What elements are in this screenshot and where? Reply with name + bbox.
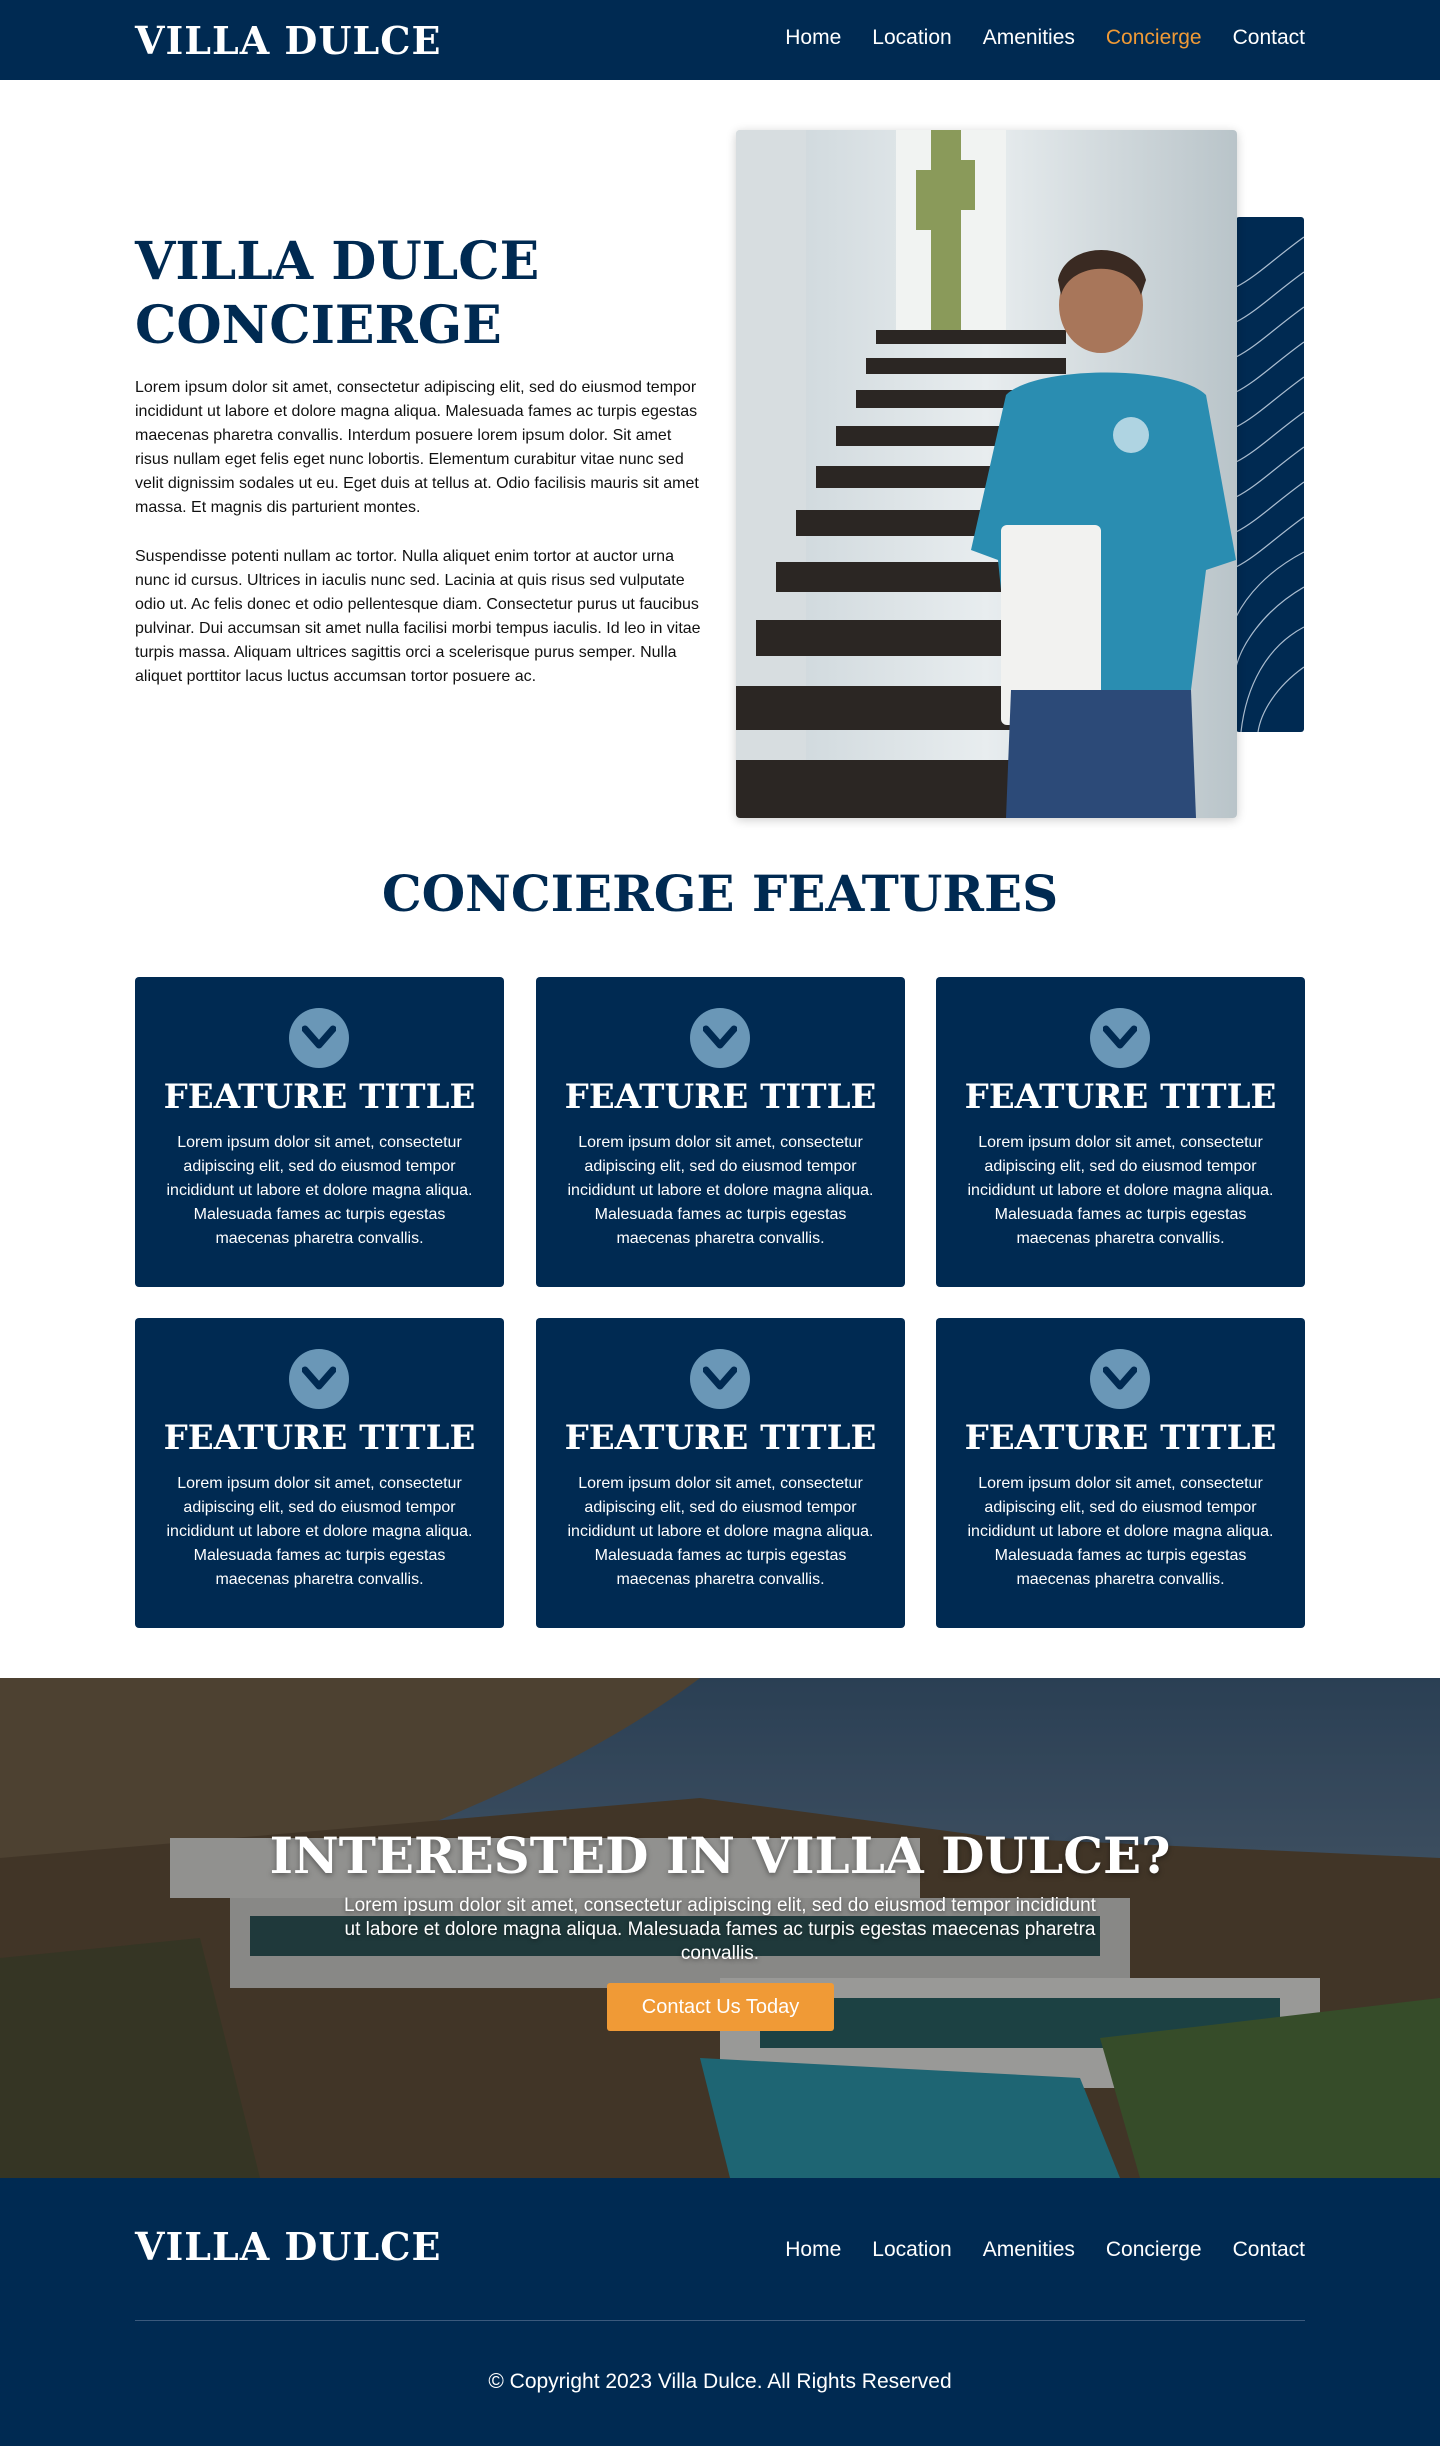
chevron-down-circle-icon bbox=[289, 1349, 349, 1409]
intro-paragraph-2: Suspendisse potenti nullam ac tortor. Nu… bbox=[135, 548, 701, 685]
features-title: CONCIERGE FEATURES bbox=[381, 864, 1059, 923]
feature-text: Lorem ipsum dolor sit amet, consectetur … bbox=[567, 1475, 874, 1588]
site-header: VILLA DULCE Home Location Amenities Conc… bbox=[0, 0, 1440, 80]
wave-lines-icon bbox=[1236, 236, 1304, 732]
intro-paragraph-1: Lorem ipsum dolor sit amet, consectetur … bbox=[135, 379, 699, 516]
cta-title: INTERESTED IN VILLA DULCE? bbox=[269, 1826, 1171, 1885]
feature-text: Lorem ipsum dolor sit amet, consectetur … bbox=[166, 1134, 473, 1247]
site-logo[interactable]: VILLA DULCE bbox=[135, 18, 441, 63]
footer-nav: Home Location Amenities Concierge Contac… bbox=[785, 2238, 1305, 2262]
nav-contact[interactable]: Contact bbox=[1233, 26, 1305, 50]
feature-card: FEATURE TITLE Lorem ipsum dolor sit amet… bbox=[536, 977, 905, 1287]
site-footer: VILLA DULCE Home Location Amenities Conc… bbox=[0, 2178, 1440, 2446]
feature-title: FEATURE TITLE bbox=[964, 1418, 1277, 1458]
feature-card: FEATURE TITLE Lorem ipsum dolor sit amet… bbox=[135, 1318, 504, 1628]
page-title: VILLA DULCE CONCIERGE bbox=[135, 231, 540, 356]
concierge-staff-photo bbox=[736, 130, 1237, 818]
footer-nav-amenities[interactable]: Amenities bbox=[983, 2238, 1075, 2262]
main-nav: Home Location Amenities Concierge Contac… bbox=[785, 26, 1305, 50]
decorative-wave-panel bbox=[1236, 217, 1304, 732]
chevron-down-circle-icon bbox=[1090, 1008, 1150, 1068]
feature-text: Lorem ipsum dolor sit amet, consectetur … bbox=[166, 1475, 473, 1588]
feature-text: Lorem ipsum dolor sit amet, consectetur … bbox=[567, 1134, 874, 1247]
nav-concierge[interactable]: Concierge bbox=[1106, 26, 1202, 50]
chevron-down-circle-icon bbox=[289, 1008, 349, 1068]
feature-card: FEATURE TITLE Lorem ipsum dolor sit amet… bbox=[536, 1318, 905, 1628]
nav-location[interactable]: Location bbox=[872, 26, 951, 50]
cta-section: INTERESTED IN VILLA DULCE? Lorem ipsum d… bbox=[0, 1678, 1440, 2178]
nav-home[interactable]: Home bbox=[785, 26, 841, 50]
footer-logo[interactable]: VILLA DULCE bbox=[135, 2224, 441, 2269]
feature-card: FEATURE TITLE Lorem ipsum dolor sit amet… bbox=[135, 977, 504, 1287]
copyright-text: © Copyright 2023 Villa Dulce. All Rights… bbox=[488, 2370, 952, 2393]
feature-card: FEATURE TITLE Lorem ipsum dolor sit amet… bbox=[936, 977, 1305, 1287]
nav-amenities[interactable]: Amenities bbox=[983, 26, 1075, 50]
footer-nav-location[interactable]: Location bbox=[872, 2238, 951, 2262]
feature-title: FEATURE TITLE bbox=[564, 1418, 877, 1458]
feature-title: FEATURE TITLE bbox=[964, 1077, 1277, 1117]
feature-title: FEATURE TITLE bbox=[564, 1077, 877, 1117]
footer-nav-contact[interactable]: Contact bbox=[1233, 2238, 1305, 2262]
feature-title: FEATURE TITLE bbox=[163, 1077, 476, 1117]
feature-text: Lorem ipsum dolor sit amet, consectetur … bbox=[967, 1475, 1274, 1588]
contact-us-button[interactable]: Contact Us Today bbox=[607, 1983, 834, 2031]
footer-nav-concierge[interactable]: Concierge bbox=[1106, 2238, 1202, 2262]
feature-text: Lorem ipsum dolor sit amet, consectetur … bbox=[967, 1134, 1274, 1247]
footer-divider bbox=[135, 2320, 1305, 2321]
feature-card: FEATURE TITLE Lorem ipsum dolor sit amet… bbox=[936, 1318, 1305, 1628]
feature-title: FEATURE TITLE bbox=[163, 1418, 476, 1458]
chevron-down-circle-icon bbox=[690, 1349, 750, 1409]
chevron-down-circle-icon bbox=[690, 1008, 750, 1068]
cta-text: Lorem ipsum dolor sit amet, consectetur … bbox=[344, 1895, 1096, 1964]
footer-nav-home[interactable]: Home bbox=[785, 2238, 841, 2262]
chevron-down-circle-icon bbox=[1090, 1349, 1150, 1409]
